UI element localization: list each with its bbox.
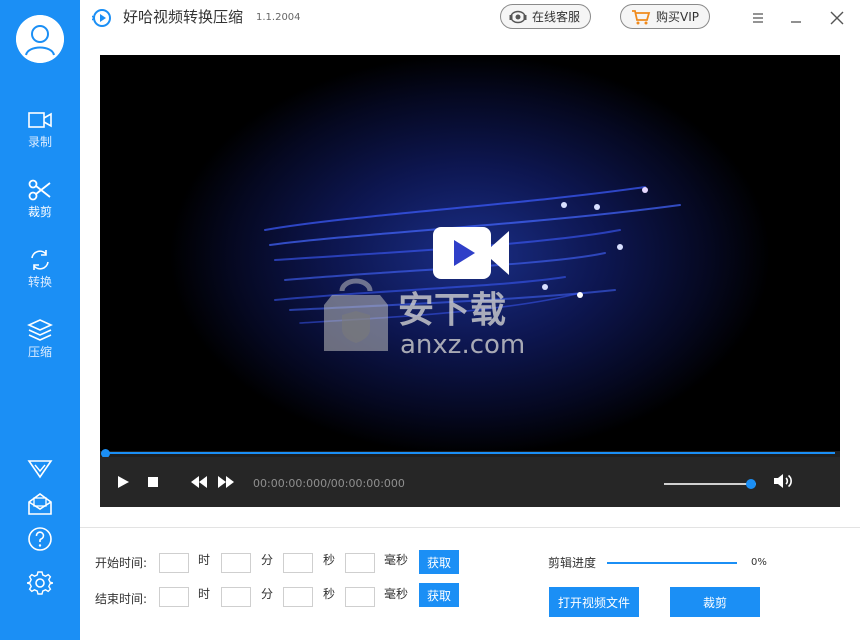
sidebar-item-label: 裁剪	[27, 205, 52, 219]
watermark-logo: 安下载 anxz.com	[324, 278, 525, 357]
cart-icon	[631, 9, 651, 25]
settings-icon[interactable]	[25, 568, 55, 598]
video-player: 安下载 anxz.com 00:00:00:000/00:00:00:000	[100, 55, 840, 507]
watermark-title: 安下载	[398, 290, 506, 331]
stop-button[interactable]	[147, 475, 159, 489]
hour-unit: 时	[198, 587, 211, 601]
fast-forward-button[interactable]	[217, 475, 235, 489]
start-time-label: 开始时间:	[95, 556, 148, 570]
start-second-input[interactable]	[283, 553, 313, 573]
timecode: 00:00:00:000/00:00:00:000	[253, 477, 405, 490]
headset-icon	[509, 10, 527, 24]
title-bar: 好哈视频转换压缩 1.1.2004 在线客服 购买VIP	[80, 0, 860, 36]
buy-vip-label: 购买VIP	[656, 10, 699, 24]
diamond-icon[interactable]	[25, 453, 55, 483]
volume-handle[interactable]	[746, 479, 757, 489]
start-hour-input[interactable]	[159, 553, 189, 573]
play-logo-icon	[433, 227, 509, 279]
clip-progress-bar	[607, 562, 737, 564]
minimize-button[interactable]	[784, 6, 808, 30]
rewind-icon	[191, 476, 207, 488]
second-unit: 秒	[323, 587, 336, 601]
app-logo-icon	[92, 9, 111, 27]
minute-unit: 分	[261, 553, 274, 567]
rewind-button[interactable]	[190, 475, 208, 489]
buy-vip-button[interactable]: 购买VIP	[620, 4, 710, 29]
play-button[interactable]	[116, 475, 130, 489]
end-ms-input[interactable]	[345, 587, 375, 607]
help-icon[interactable]	[25, 524, 55, 554]
app-version: 1.1.2004	[256, 12, 301, 23]
end-minute-input[interactable]	[221, 587, 251, 607]
menu-icon	[753, 13, 763, 23]
sidebar-item-compress[interactable]: 压缩	[0, 316, 80, 372]
close-icon	[830, 11, 844, 25]
ms-unit: 毫秒	[384, 587, 409, 601]
ms-unit: 毫秒	[384, 553, 409, 567]
divider	[80, 527, 860, 528]
user-icon	[16, 15, 64, 63]
sidebar: 录制 裁剪 转换 压缩	[0, 0, 80, 640]
avatar[interactable]	[16, 15, 64, 63]
compress-icon	[25, 316, 55, 344]
open-video-button[interactable]: 打开视频文件	[549, 587, 639, 617]
volume-slider[interactable]	[664, 483, 756, 485]
volume-button[interactable]	[773, 472, 795, 490]
fast-forward-icon	[218, 476, 234, 488]
end-hour-input[interactable]	[159, 587, 189, 607]
start-minute-input[interactable]	[221, 553, 251, 573]
app-title: 好哈视频转换压缩	[123, 8, 244, 26]
mail-icon[interactable]	[25, 489, 55, 519]
seek-bar-track	[104, 452, 835, 454]
sidebar-item-convert[interactable]: 转换	[0, 246, 80, 302]
clip-progress-value: 0%	[751, 557, 767, 568]
clip-progress-label: 剪辑进度	[548, 556, 597, 570]
record-icon	[25, 106, 55, 134]
player-controls: 00:00:00:000/00:00:00:000	[100, 457, 840, 507]
video-preview: 安下载 anxz.com	[100, 55, 840, 451]
minimize-icon	[791, 21, 801, 23]
online-service-label: 在线客服	[532, 10, 581, 24]
sidebar-item-label: 转换	[27, 275, 52, 289]
scissors-icon	[25, 176, 55, 204]
second-unit: 秒	[323, 553, 336, 567]
convert-icon	[25, 246, 55, 274]
watermark-domain: anxz.com	[400, 330, 525, 357]
sidebar-item-label: 压缩	[27, 345, 52, 359]
sidebar-item-label: 录制	[27, 135, 52, 149]
menu-button[interactable]	[746, 6, 770, 30]
close-button[interactable]	[825, 6, 849, 30]
speaker-icon	[774, 474, 792, 488]
start-ms-input[interactable]	[345, 553, 375, 573]
online-service-button[interactable]: 在线客服	[500, 4, 592, 29]
cut-button[interactable]: 裁剪	[670, 587, 760, 617]
get-end-time-button[interactable]: 获取	[419, 583, 459, 607]
end-time-label: 结束时间:	[95, 592, 148, 606]
sidebar-item-cut[interactable]: 裁剪	[0, 176, 80, 232]
minute-unit: 分	[261, 587, 274, 601]
get-start-time-button[interactable]: 获取	[419, 550, 459, 574]
hour-unit: 时	[198, 553, 211, 567]
sidebar-item-record[interactable]: 录制	[0, 106, 80, 162]
play-icon	[118, 476, 129, 488]
end-second-input[interactable]	[283, 587, 313, 607]
stop-icon	[148, 477, 158, 487]
